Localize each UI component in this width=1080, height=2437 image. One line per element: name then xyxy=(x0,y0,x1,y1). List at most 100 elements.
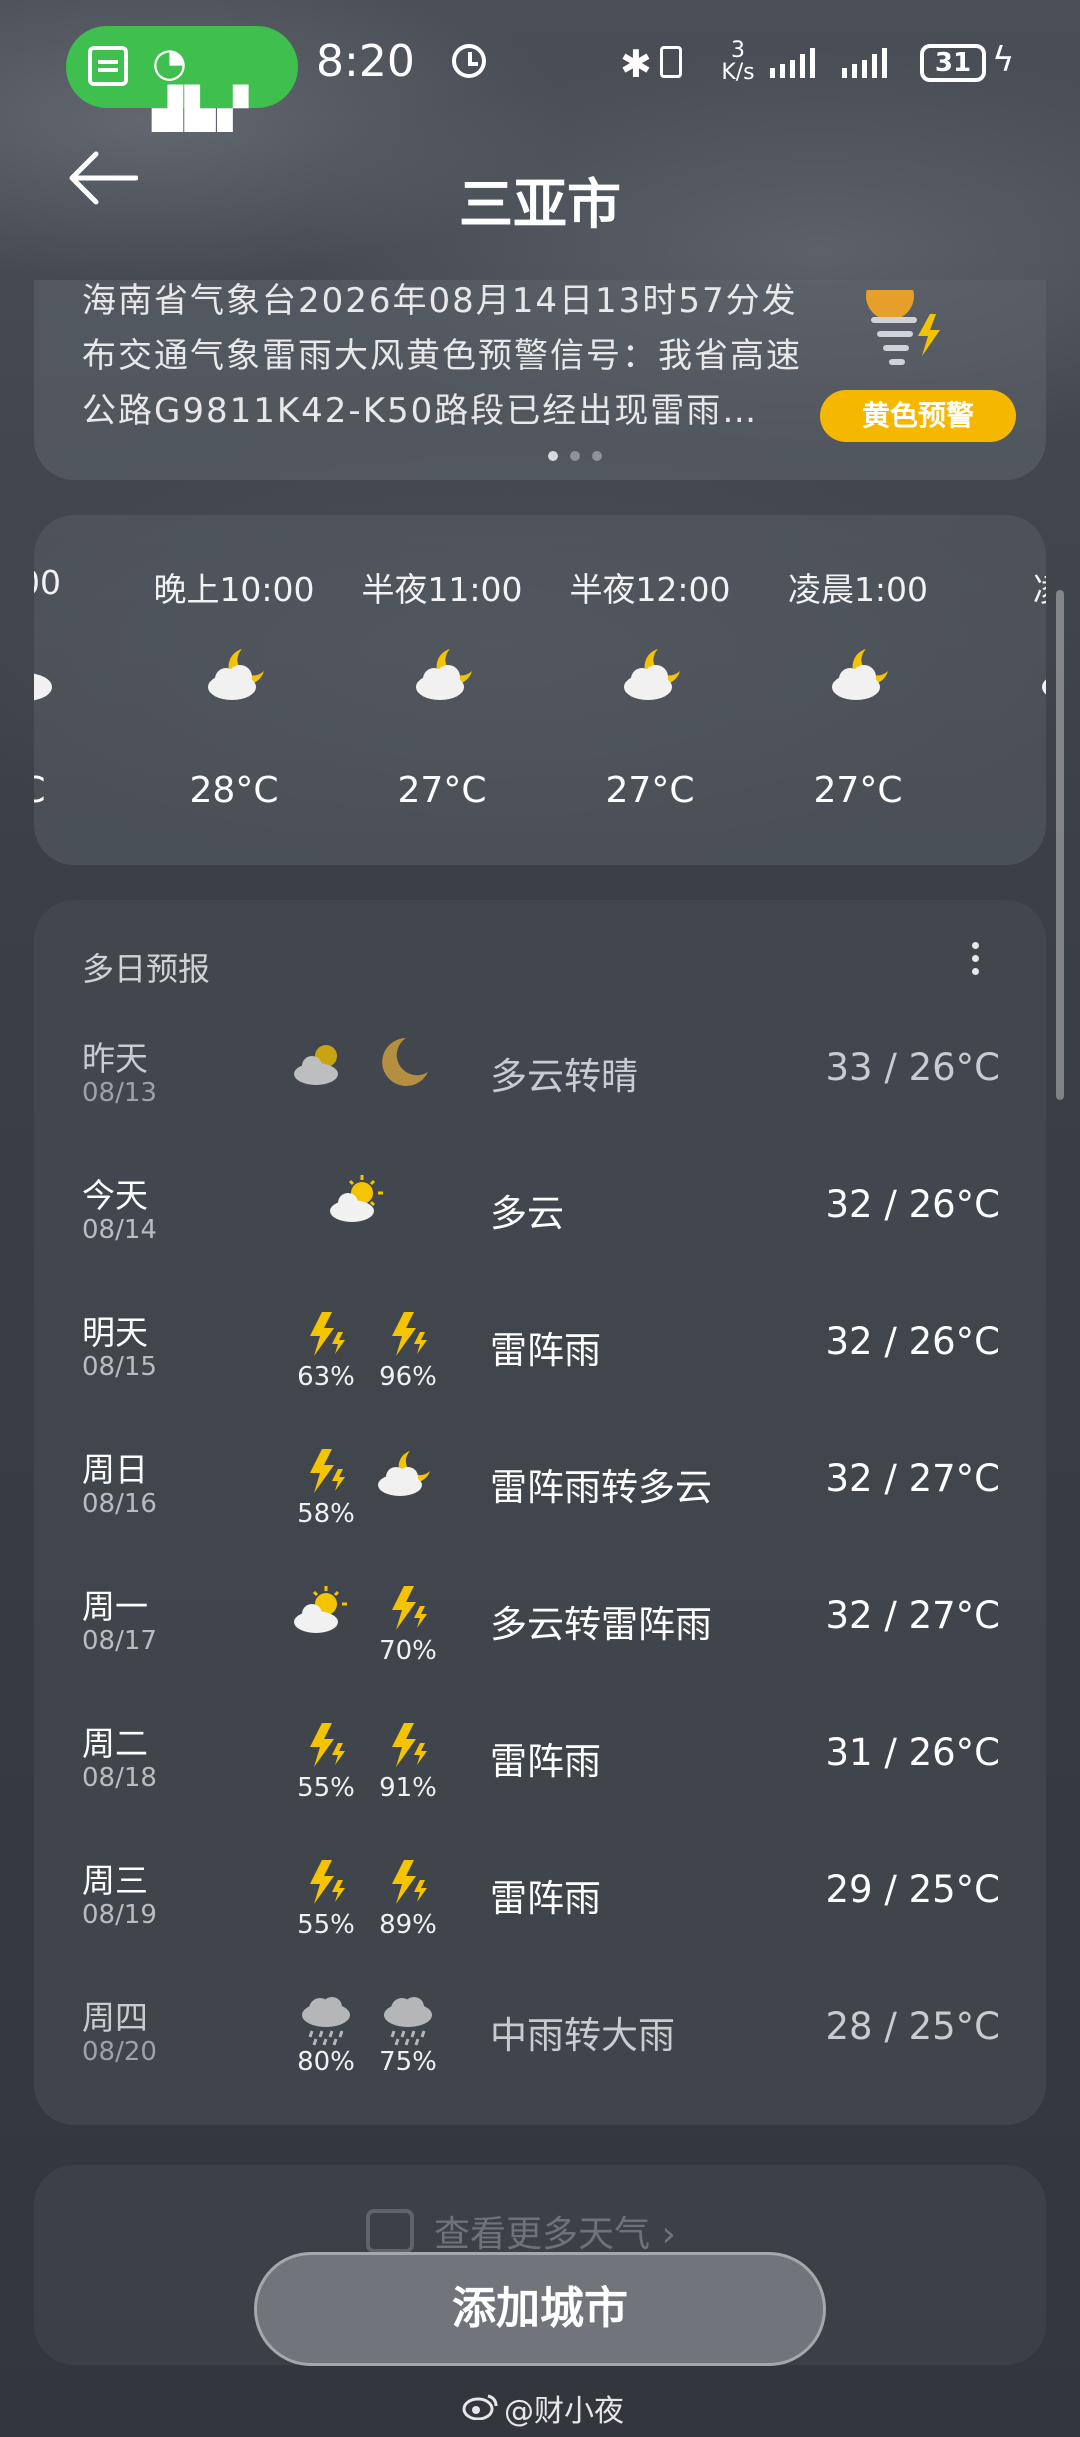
hourly-forecast-card[interactable]: 9:00 °C 晚上10:00 28°C 半夜11:00 27°C 半夜12:0… xyxy=(34,515,1046,865)
day-name: 周日 xyxy=(82,1450,148,1489)
weather-desc: 中雨转大雨 xyxy=(490,2014,675,2057)
weibo-icon xyxy=(462,2394,498,2420)
temp-range: 33 / 26°C xyxy=(825,1046,1001,1089)
temp-range: 32 / 26°C xyxy=(825,1320,1001,1363)
bluetooth-icon: ✱ xyxy=(620,42,652,86)
forecast-row[interactable]: 周三 08/19 55% 89% 雷阵雨 29 / 25°C xyxy=(34,1854,1046,1991)
more-weather-link[interactable]: 查看更多天气 › xyxy=(434,2205,676,2257)
partly-cloudy-icon xyxy=(294,1045,338,1085)
carousel-dot xyxy=(592,451,602,461)
calendar-icon xyxy=(366,2209,414,2253)
hour-time: 凌晨1:00 xyxy=(787,570,929,609)
hour-temp: 28°C xyxy=(189,770,279,811)
forecast-row[interactable]: 周一 08/17 70% 多云转雷阵雨 32 / 27°C xyxy=(34,1580,1046,1717)
forecast-row[interactable]: 明天 08/15 63% 96% 雷阵雨 32 / 26°C xyxy=(34,1306,1046,1443)
precip-chance: 63% xyxy=(297,1362,355,1392)
temp-range: 32 / 26°C xyxy=(825,1183,1001,1226)
partly-cloudy-icon xyxy=(294,1586,347,1633)
forecast-row[interactable]: 周日 08/16 58% 雷阵雨转多云 32 / 27°C xyxy=(34,1443,1046,1580)
hour-temp: °C xyxy=(34,770,124,811)
charging-icon: ϟ xyxy=(992,40,1015,80)
moon-cloud-icon xyxy=(378,1451,430,1496)
app-indicator-icon xyxy=(88,46,128,86)
day-date: 08/20 xyxy=(82,2037,157,2067)
multi-day-forecast-card: 多日预报 昨天 08/13 多云转晴 33 / 26°C 今天 08/14 多云… xyxy=(34,900,1046,2125)
net-speed-unit: K/s xyxy=(721,60,755,85)
thunder-icon xyxy=(310,1312,345,1356)
moon-cloud-icon xyxy=(832,649,888,700)
call-indicator-icon: ◔ ▟▙▞ xyxy=(152,40,251,132)
day-name: 周一 xyxy=(82,1587,148,1626)
weather-desc: 雷阵雨 xyxy=(490,1740,601,1783)
scrollbar[interactable] xyxy=(1056,590,1064,1100)
day-date: 08/15 xyxy=(82,1352,157,1382)
carousel-dots xyxy=(542,446,608,465)
thunder-icon xyxy=(310,1723,345,1767)
day-date: 08/16 xyxy=(82,1489,157,1519)
precip-chance: 89% xyxy=(379,1910,437,1940)
day-name: 周四 xyxy=(82,1998,148,2037)
precip-chance: 55% xyxy=(297,1773,355,1803)
precip-chance: 75% xyxy=(379,2047,437,2077)
precip-chance: 96% xyxy=(379,1362,437,1392)
precip-chance: 58% xyxy=(297,1499,355,1529)
day-date: 08/13 xyxy=(82,1078,157,1108)
thunder-icon xyxy=(392,1860,427,1904)
watermark: @财小夜 xyxy=(504,2394,624,2429)
alarm-icon xyxy=(452,44,486,78)
thunder-icon xyxy=(392,1312,427,1356)
precip-chance: 80% xyxy=(297,2047,355,2077)
precip-chance: 91% xyxy=(379,1773,437,1803)
weather-desc: 多云转雷阵雨 xyxy=(490,1603,712,1646)
temp-range: 28 / 25°C xyxy=(825,2005,1001,2048)
forecast-row[interactable]: 昨天 08/13 多云转晴 33 / 26°C xyxy=(34,1032,1046,1169)
temp-range: 32 / 27°C xyxy=(825,1594,1001,1637)
moon-cloud-icon xyxy=(624,649,680,700)
signal-icon xyxy=(770,48,887,78)
hour-time: 半夜11:00 xyxy=(361,570,523,609)
net-speed: 3 K/s xyxy=(716,40,760,84)
status-time: 8:20 xyxy=(316,36,415,87)
hour-time: 晚上10:00 xyxy=(153,570,315,609)
hour-time: 半夜12:00 xyxy=(569,570,731,609)
weather-desc: 雷阵雨转多云 xyxy=(490,1466,712,1509)
day-date: 08/18 xyxy=(82,1763,157,1793)
active-app-pill[interactable]: ◔ ▟▙▞ xyxy=(66,26,298,132)
precip-chance: 70% xyxy=(379,1636,437,1666)
hour-temp: 27°C xyxy=(605,770,695,811)
hour-temp: 27°C xyxy=(813,770,903,811)
hour-temp: 2 xyxy=(966,770,1046,811)
rain-icon xyxy=(384,1997,432,2046)
alert-level-badge[interactable]: 黄色预警 xyxy=(820,390,1016,442)
forecast-row[interactable]: 周二 08/18 55% 91% 雷阵雨 31 / 26°C xyxy=(34,1717,1046,1854)
hour-temp: 27°C xyxy=(397,770,487,811)
day-date: 08/14 xyxy=(82,1215,157,1245)
day-date: 08/19 xyxy=(82,1900,157,1930)
hour-time: 9:00 xyxy=(34,563,62,602)
storm-warning-icon xyxy=(866,290,940,365)
temp-range: 31 / 26°C xyxy=(825,1731,1001,1774)
forecast-row[interactable]: 今天 08/14 多云 32 / 26°C xyxy=(34,1169,1046,1306)
forecast-title: 多日预报 xyxy=(82,950,211,988)
thunder-icon xyxy=(310,1860,345,1904)
partly-cloudy-icon xyxy=(330,1175,383,1222)
moon-icon xyxy=(382,1038,428,1086)
more-options-icon[interactable] xyxy=(972,942,980,982)
moon-cloud-icon xyxy=(34,673,52,701)
day-date: 08/17 xyxy=(82,1626,157,1656)
weather-desc: 雷阵雨 xyxy=(490,1877,601,1920)
status-right-cluster: ✱ 3 K/s 31 ϟ xyxy=(620,40,1020,90)
thunder-icon xyxy=(310,1449,345,1493)
weather-desc: 多云转晴 xyxy=(490,1055,638,1098)
add-city-button[interactable]: 添加城市 xyxy=(254,2252,826,2366)
page-title: 三亚市 xyxy=(459,173,621,236)
forecast-row[interactable]: 周四 08/20 80% 75% 中雨转大雨 28 / 25°C xyxy=(34,1991,1046,2128)
moon-cloud-icon xyxy=(416,649,472,700)
day-name: 今天 xyxy=(82,1176,148,1215)
day-name: 周三 xyxy=(82,1861,148,1900)
temp-range: 29 / 25°C xyxy=(825,1868,1001,1911)
hour-time: 凌晨 xyxy=(966,563,1046,611)
day-name: 周二 xyxy=(82,1724,148,1763)
weather-desc: 雷阵雨 xyxy=(490,1329,601,1372)
weather-alert-card[interactable]: 海南省气象台2026年08月14日13时57分发布交通气象雷雨大风黄色预警信号：… xyxy=(34,280,1046,480)
